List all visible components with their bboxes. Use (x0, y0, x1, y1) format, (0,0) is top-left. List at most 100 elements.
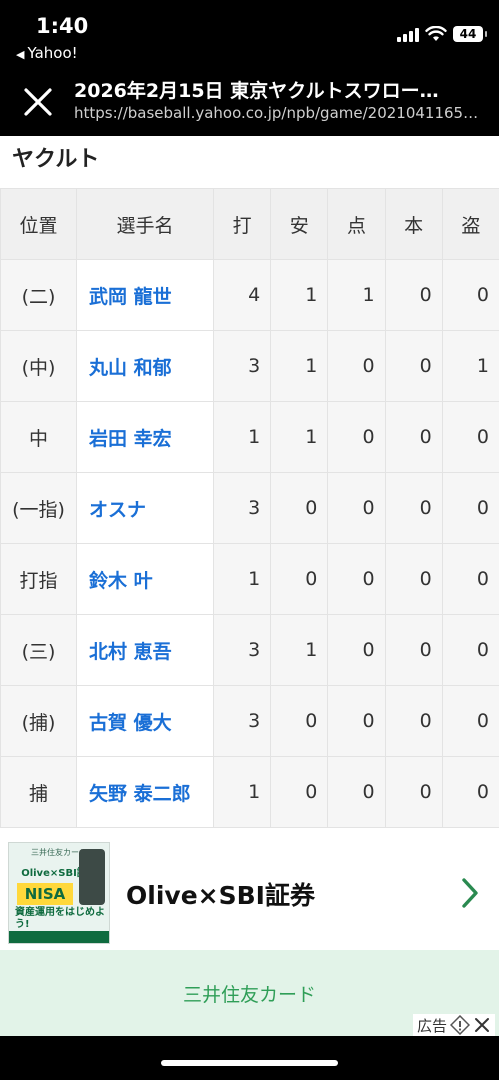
ad-image-subtext: 資産運用をはじめよう! (15, 907, 105, 930)
cell-position: 捕 (0, 756, 77, 828)
cell-rbi: 0 (327, 543, 386, 615)
home-bar (0, 1036, 499, 1080)
status-bar: 1:40 ◀ Yahoo! 44 (0, 0, 499, 68)
wifi-icon (425, 26, 447, 41)
cell-hits: 0 (270, 756, 329, 828)
cellular-signal-icon (397, 26, 419, 42)
cell-stolen-bases: 0 (441, 401, 499, 473)
header-home-runs: 本 (384, 188, 443, 260)
ad-banner[interactable]: 三井住友カード Olive×SBI証券 NISA 資産運用をはじめよう! Oli… (0, 836, 499, 950)
cell-hits: 1 (270, 614, 329, 686)
phone-illustration-icon (79, 849, 105, 905)
header-position: 位置 (0, 188, 77, 260)
cell-hits: 0 (270, 472, 329, 544)
status-icons: 44 (397, 26, 487, 42)
main-content: ヤクルト 位置 選手名 打 安 点 本 盗 (二) 武岡 龍世 4 1 1 0 (0, 136, 499, 836)
close-icon[interactable] (20, 82, 56, 122)
cell-home-runs: 0 (384, 472, 443, 544)
cell-at-bats: 1 (212, 756, 272, 828)
cell-position: (一指) (0, 472, 77, 544)
cell-at-bats: 1 (212, 401, 272, 473)
cell-hits: 1 (270, 330, 329, 402)
cell-position: (中) (0, 330, 77, 402)
cell-rbi: 0 (327, 756, 386, 828)
header-hits: 安 (270, 188, 329, 260)
back-to-app-link[interactable]: ◀ Yahoo! (16, 44, 78, 62)
page-title: 2026年2月15日 東京ヤクルトスワロー… (74, 80, 439, 102)
team-name: ヤクルト (12, 147, 100, 172)
cell-rbi: 1 (327, 259, 386, 331)
cell-position: (捕) (0, 685, 77, 757)
cell-rbi: 0 (327, 472, 386, 544)
cell-at-bats: 4 (212, 259, 272, 331)
home-indicator[interactable] (161, 1060, 338, 1066)
table-row: (捕) 古賀 優大 3 0 0 0 0 (0, 685, 499, 757)
player-name-link[interactable]: 丸山 和郁 (76, 330, 214, 402)
ad-image-badge: NISA (17, 883, 73, 905)
battery-icon: 44 (453, 26, 487, 42)
table-row: 捕 矢野 泰二郎 1 0 0 0 0 (0, 756, 499, 828)
ad-close-icon[interactable] (473, 1016, 491, 1034)
cell-position: (二) (0, 259, 77, 331)
cell-rbi: 0 (327, 401, 386, 473)
player-name-link[interactable]: 北村 恵吾 (76, 614, 214, 686)
cell-stolen-bases: 0 (441, 543, 499, 615)
table-row: 打指 鈴木 叶 1 0 0 0 0 (0, 543, 499, 615)
cell-home-runs: 0 (384, 259, 443, 331)
cell-stolen-bases: 0 (441, 756, 499, 828)
cell-home-runs: 0 (384, 685, 443, 757)
batting-stats-table: 位置 選手名 打 安 点 本 盗 (二) 武岡 龍世 4 1 1 0 0 (中)… (0, 188, 499, 828)
cell-stolen-bases: 0 (441, 614, 499, 686)
cell-hits: 1 (270, 401, 329, 473)
cell-hits: 0 (270, 543, 329, 615)
ad-cta-link[interactable]: 三井住友カード (0, 980, 499, 1007)
page-url: https://baseball.yahoo.co.jp/npb/game/20… (74, 104, 479, 122)
cell-rbi: 0 (327, 330, 386, 402)
cell-at-bats: 3 (212, 472, 272, 544)
cell-stolen-bases: 0 (441, 259, 499, 331)
cell-stolen-bases: 1 (441, 330, 499, 402)
cell-at-bats: 3 (212, 330, 272, 402)
player-name-link[interactable]: 鈴木 叶 (76, 543, 214, 615)
table-row: (中) 丸山 和郁 3 1 0 0 1 (0, 330, 499, 402)
player-name-link[interactable]: 矢野 泰二郎 (76, 756, 214, 828)
cell-at-bats: 3 (212, 685, 272, 757)
chevron-right-icon[interactable] (458, 876, 482, 910)
table-row: (二) 武岡 龍世 4 1 1 0 0 (0, 259, 499, 331)
player-name-link[interactable]: 岩田 幸宏 (76, 401, 214, 473)
cell-at-bats: 3 (212, 614, 272, 686)
cell-at-bats: 1 (212, 543, 272, 615)
cell-hits: 0 (270, 685, 329, 757)
player-name-link[interactable]: 武岡 龍世 (76, 259, 214, 331)
cell-stolen-bases: 0 (441, 685, 499, 757)
back-app-label: Yahoo! (27, 44, 78, 62)
cell-home-runs: 0 (384, 756, 443, 828)
ad-image-footer (9, 931, 109, 943)
cell-home-runs: 0 (384, 330, 443, 402)
cell-home-runs: 0 (384, 401, 443, 473)
table-row: (三) 北村 恵吾 3 1 0 0 0 (0, 614, 499, 686)
header-at-bats: 打 (212, 188, 272, 260)
ad-label-text: 広告 (416, 1016, 447, 1035)
ad-info-icon[interactable] (450, 1015, 470, 1035)
cell-position: 打指 (0, 543, 77, 615)
status-time: 1:40 (36, 14, 89, 38)
ad-cta-bar[interactable]: 三井住友カード 広告 (0, 950, 499, 1036)
table-row: 中 岩田 幸宏 1 1 0 0 0 (0, 401, 499, 473)
header-rbi: 点 (327, 188, 386, 260)
cell-rbi: 0 (327, 614, 386, 686)
cell-position: (三) (0, 614, 77, 686)
ad-label[interactable]: 広告 (412, 1014, 495, 1036)
cell-hits: 1 (270, 259, 329, 331)
cell-home-runs: 0 (384, 543, 443, 615)
ad-title[interactable]: Olive×SBI証券 (126, 876, 315, 912)
cell-stolen-bases: 0 (441, 472, 499, 544)
back-triangle-icon: ◀ (16, 48, 25, 61)
ad-image[interactable]: 三井住友カード Olive×SBI証券 NISA 資産運用をはじめよう! (8, 842, 110, 944)
player-name-link[interactable]: オスナ (76, 472, 214, 544)
cell-position: 中 (0, 401, 77, 473)
header-player-name: 選手名 (76, 188, 214, 260)
browser-header: 2026年2月15日 東京ヤクルトスワロー… https://baseball.… (0, 68, 499, 136)
table-header-row: 位置 選手名 打 安 点 本 盗 (0, 188, 499, 260)
player-name-link[interactable]: 古賀 優大 (76, 685, 214, 757)
